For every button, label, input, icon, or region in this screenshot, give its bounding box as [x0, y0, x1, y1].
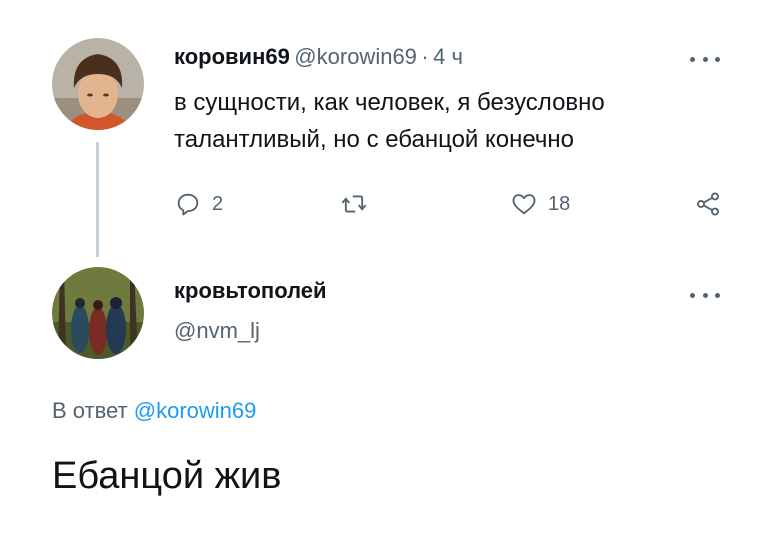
avatar[interactable] [52, 38, 144, 130]
tweet1-more-icon[interactable] [690, 52, 720, 66]
reply-to-link[interactable]: @korowin69 [134, 398, 257, 423]
share-button[interactable] [694, 190, 722, 218]
like-button[interactable]: 18 [510, 190, 570, 218]
tweet2-more-icon[interactable] [690, 288, 720, 302]
thread-line [96, 142, 99, 257]
tweet1-separator: · [421, 44, 429, 69]
reply-icon [177, 193, 199, 216]
like-count: 18 [548, 192, 571, 215]
tweet2-text: Ебанцой жив [52, 455, 282, 497]
reply-context: В ответ @korowin69 [52, 398, 256, 424]
tweet1-timestamp[interactable]: 4 ч [433, 44, 463, 69]
tweet2-author-name[interactable]: кровьтополей [174, 278, 327, 304]
tweet1-actions: 2 18 [174, 190, 734, 220]
retweet-icon [341, 195, 367, 213]
reply-button[interactable]: 2 [174, 190, 223, 218]
tweet1-text: в сущности, как человек, я безусловно та… [174, 89, 605, 153]
avatar-image [52, 38, 144, 130]
avatar-image [52, 267, 144, 359]
tweet1-header: коровин69 @korowin69 · 4 ч [174, 44, 463, 70]
avatar[interactable] [52, 267, 144, 359]
retweet-button[interactable] [340, 190, 378, 218]
reply-prefix: В ответ [52, 398, 128, 423]
like-icon [512, 194, 536, 215]
reply-count: 2 [212, 192, 224, 215]
share-icon [697, 192, 719, 216]
tweet1-author-handle[interactable]: @korowin69 [294, 44, 417, 69]
tweet2-author-handle[interactable]: @nvm_lj [174, 318, 260, 344]
tweet1-author-name[interactable]: коровин69 [174, 44, 290, 69]
